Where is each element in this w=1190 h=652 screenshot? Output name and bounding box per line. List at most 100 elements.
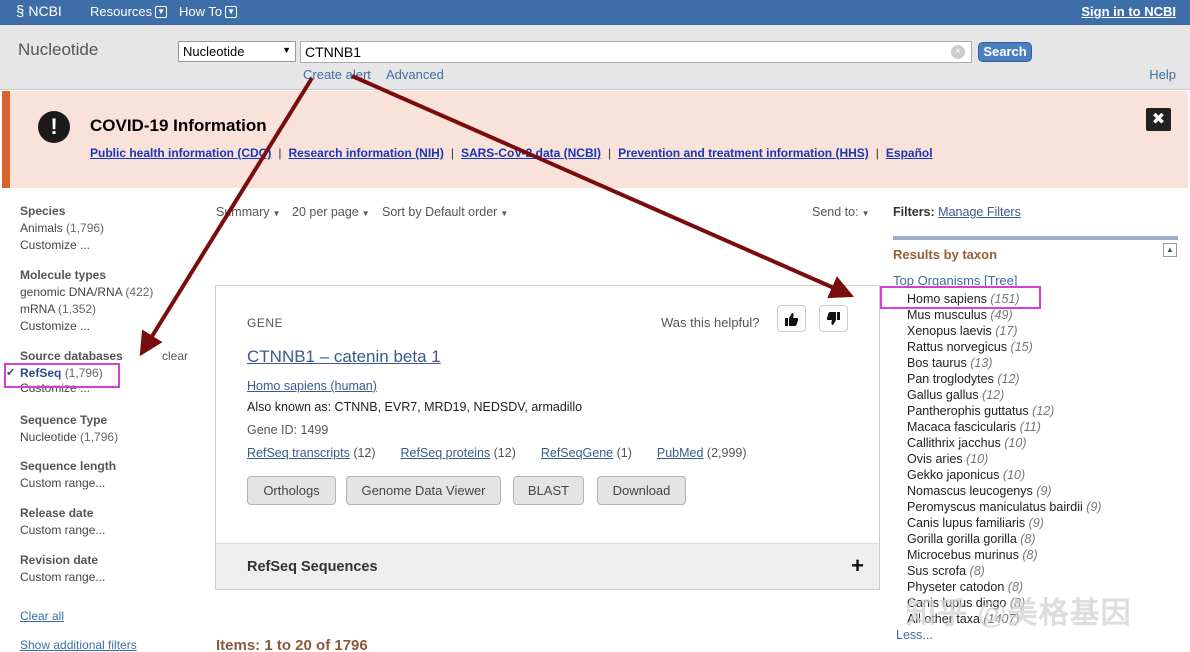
facet-title: Species bbox=[20, 204, 66, 218]
facet-revision-date: Revision date Custom range... bbox=[20, 553, 190, 584]
taxon-list: Homo sapiens (151) Mus musculus (49) Xenop… bbox=[907, 291, 1177, 627]
refseq-sequences-bar[interactable]: RefSeq Sequences + bbox=[216, 543, 879, 589]
customize-link[interactable]: Customize ... bbox=[20, 319, 190, 333]
taxon-item[interactable]: Mus musculus (49) bbox=[907, 307, 1177, 323]
search-button[interactable]: Search bbox=[978, 42, 1032, 62]
close-icon[interactable]: ✖ bbox=[1146, 108, 1171, 131]
taxon-count: (15) bbox=[1010, 340, 1033, 354]
refseqgene-link[interactable]: RefSeqGene bbox=[541, 446, 613, 460]
custom-range-link[interactable]: Custom range... bbox=[20, 523, 190, 537]
taxon-count: (8) bbox=[1022, 548, 1038, 562]
taxon-count: (12) bbox=[1032, 404, 1055, 418]
taxon-item[interactable]: Microcebus murinus (8) bbox=[907, 547, 1177, 563]
taxon-item[interactable]: Nomascus leucogenys (9) bbox=[907, 483, 1177, 499]
taxon-count: (17) bbox=[995, 324, 1018, 338]
taxon-count: (9) bbox=[1036, 484, 1052, 498]
taxon-name: Microcebus murinus bbox=[907, 548, 1019, 562]
gene-title-link[interactable]: CTNNB1 – catenin beta 1 bbox=[247, 347, 441, 367]
taxon-count: (12) bbox=[997, 372, 1020, 386]
covid-link-cdc[interactable]: Public health information (CDC) bbox=[90, 146, 271, 160]
taxon-name: Nomascus leucogenys bbox=[907, 484, 1033, 498]
helpful-label: Was this helpful? bbox=[661, 315, 760, 330]
taxon-item[interactable]: Gekko japonicus (10) bbox=[907, 467, 1177, 483]
taxon-item[interactable]: Xenopus laevis (17) bbox=[907, 323, 1177, 339]
customize-link[interactable]: Customize ... bbox=[20, 238, 190, 252]
taxon-item[interactable]: Canis lupus familiaris (9) bbox=[907, 515, 1177, 531]
taxon-count: (10) bbox=[1004, 436, 1027, 450]
blast-button[interactable]: BLAST bbox=[513, 476, 584, 505]
taxon-item[interactable]: Peromyscus maniculatus bairdii (9) bbox=[907, 499, 1177, 515]
thumbs-down-icon[interactable] bbox=[819, 305, 848, 332]
taxon-item[interactable]: Bos taurus (13) bbox=[907, 355, 1177, 371]
database-select[interactable]: Nucleotide ▼ bbox=[178, 41, 296, 62]
genome-data-viewer-button[interactable]: Genome Data Viewer bbox=[346, 476, 501, 505]
covid-link-ncbi[interactable]: SARS-CoV-2 data (NCBI) bbox=[461, 146, 601, 160]
facet-clear-link[interactable]: clear bbox=[162, 349, 188, 363]
show-additional-filters-link[interactable]: Show additional filters bbox=[20, 638, 137, 652]
taxon-count: (9) bbox=[1086, 500, 1102, 514]
search-input[interactable]: CTNNB1 × bbox=[300, 41, 972, 63]
resources-label: Resources bbox=[90, 4, 153, 19]
taxon-item[interactable]: Ovis aries (10) bbox=[907, 451, 1177, 467]
collapse-icon[interactable]: ▲ bbox=[1163, 243, 1177, 257]
facet-item-nucleotide[interactable]: Nucleotide (1,796) bbox=[20, 430, 190, 444]
taxon-item[interactable]: Rattus norvegicus (15) bbox=[907, 339, 1177, 355]
refseq-transcripts-link[interactable]: RefSeq transcripts bbox=[247, 446, 350, 460]
custom-range-link[interactable]: Custom range... bbox=[20, 476, 190, 490]
refseq-sequences-title: RefSeq Sequences bbox=[247, 559, 378, 575]
filters-label: Filters: bbox=[893, 205, 935, 219]
thumbs-up-icon[interactable] bbox=[777, 305, 806, 332]
refseq-proteins-link[interactable]: RefSeq proteins bbox=[401, 446, 491, 460]
taxon-item[interactable]: Gallus gallus (12) bbox=[907, 387, 1177, 403]
filters-line: Filters: Manage Filters bbox=[893, 205, 1021, 219]
organism-link[interactable]: Homo sapiens (human) bbox=[247, 379, 377, 393]
clear-search-icon[interactable]: × bbox=[951, 45, 965, 59]
advanced-search-link[interactable]: Advanced bbox=[386, 67, 444, 82]
facet-species: Species Animals (1,796) Customize ... bbox=[20, 204, 190, 252]
custom-range-link[interactable]: Custom range... bbox=[20, 570, 190, 584]
facet-item-mrna[interactable]: mRNA (1,352) bbox=[20, 302, 190, 316]
taxon-name: Gallus gallus bbox=[907, 388, 979, 402]
taxon-item[interactable]: Macaca fascicularis (11) bbox=[907, 419, 1177, 435]
taxon-item[interactable]: Gorilla gorilla gorilla (8) bbox=[907, 531, 1177, 547]
help-link[interactable]: Help bbox=[1149, 67, 1176, 82]
pubmed-link[interactable]: PubMed bbox=[657, 446, 704, 460]
taxon-name: Sus scrofa bbox=[907, 564, 967, 578]
clear-all-link[interactable]: Clear all bbox=[20, 609, 64, 623]
taxon-name: Gorilla gorilla gorilla bbox=[907, 532, 1017, 546]
create-alert-link[interactable]: Create alert bbox=[303, 67, 371, 82]
manage-filters-link[interactable]: Manage Filters bbox=[938, 205, 1021, 219]
taxon-name: Ovis aries bbox=[907, 452, 963, 466]
covid-title: COVID-19 Information bbox=[90, 116, 267, 135]
database-title: Nucleotide bbox=[18, 40, 99, 59]
download-button[interactable]: Download bbox=[597, 476, 686, 505]
taxon-divider bbox=[893, 236, 1178, 240]
ncbi-logo-text: NCBI bbox=[28, 3, 62, 19]
items-count: Items: 1 to 20 of 1796 bbox=[216, 637, 368, 652]
expand-plus-icon[interactable]: + bbox=[851, 553, 864, 579]
signin-link[interactable]: Sign in to NCBI bbox=[1081, 4, 1176, 19]
facet-item-genomic[interactable]: genomic DNA/RNA (422) bbox=[20, 285, 190, 299]
covid-link-hhs[interactable]: Prevention and treatment information (HH… bbox=[618, 146, 869, 160]
taxon-item[interactable]: Pan troglodytes (12) bbox=[907, 371, 1177, 387]
facet-release-date: Release date Custom range... bbox=[20, 506, 190, 537]
facet-molecule-types: Molecule types genomic DNA/RNA (422) mRN… bbox=[20, 268, 190, 333]
sort-dropdown[interactable]: Sort by Default order ▼ bbox=[382, 205, 508, 219]
facet-item-animals[interactable]: Animals (1,796) bbox=[20, 221, 190, 235]
covid-link-espanol[interactable]: Español bbox=[886, 146, 933, 160]
taxon-item[interactable]: Callithrix jacchus (10) bbox=[907, 435, 1177, 451]
taxon-item[interactable]: Pantherophis guttatus (12) bbox=[907, 403, 1177, 419]
orthologs-button[interactable]: Orthologs bbox=[247, 476, 336, 505]
send-to-dropdown[interactable]: Send to: ▼ bbox=[812, 205, 870, 219]
taxon-name: Callithrix jacchus bbox=[907, 436, 1001, 450]
taxon-item[interactable]: Sus scrofa (8) bbox=[907, 563, 1177, 579]
taxon-count: (11) bbox=[1019, 420, 1041, 434]
per-page-dropdown[interactable]: 20 per page ▼ bbox=[292, 205, 370, 219]
covid-link-nih[interactable]: Research information (NIH) bbox=[288, 146, 443, 160]
homo-sapiens-highlight-box bbox=[880, 286, 1041, 309]
howto-menu[interactable]: How To ▼ bbox=[179, 4, 238, 19]
resources-menu[interactable]: Resources ▼ bbox=[90, 4, 168, 19]
summary-dropdown[interactable]: Summary ▼ bbox=[216, 205, 280, 219]
ncbi-logo[interactable]: § NCBI bbox=[16, 3, 62, 19]
covid-links: Public health information (CDC) | Research… bbox=[90, 146, 933, 160]
